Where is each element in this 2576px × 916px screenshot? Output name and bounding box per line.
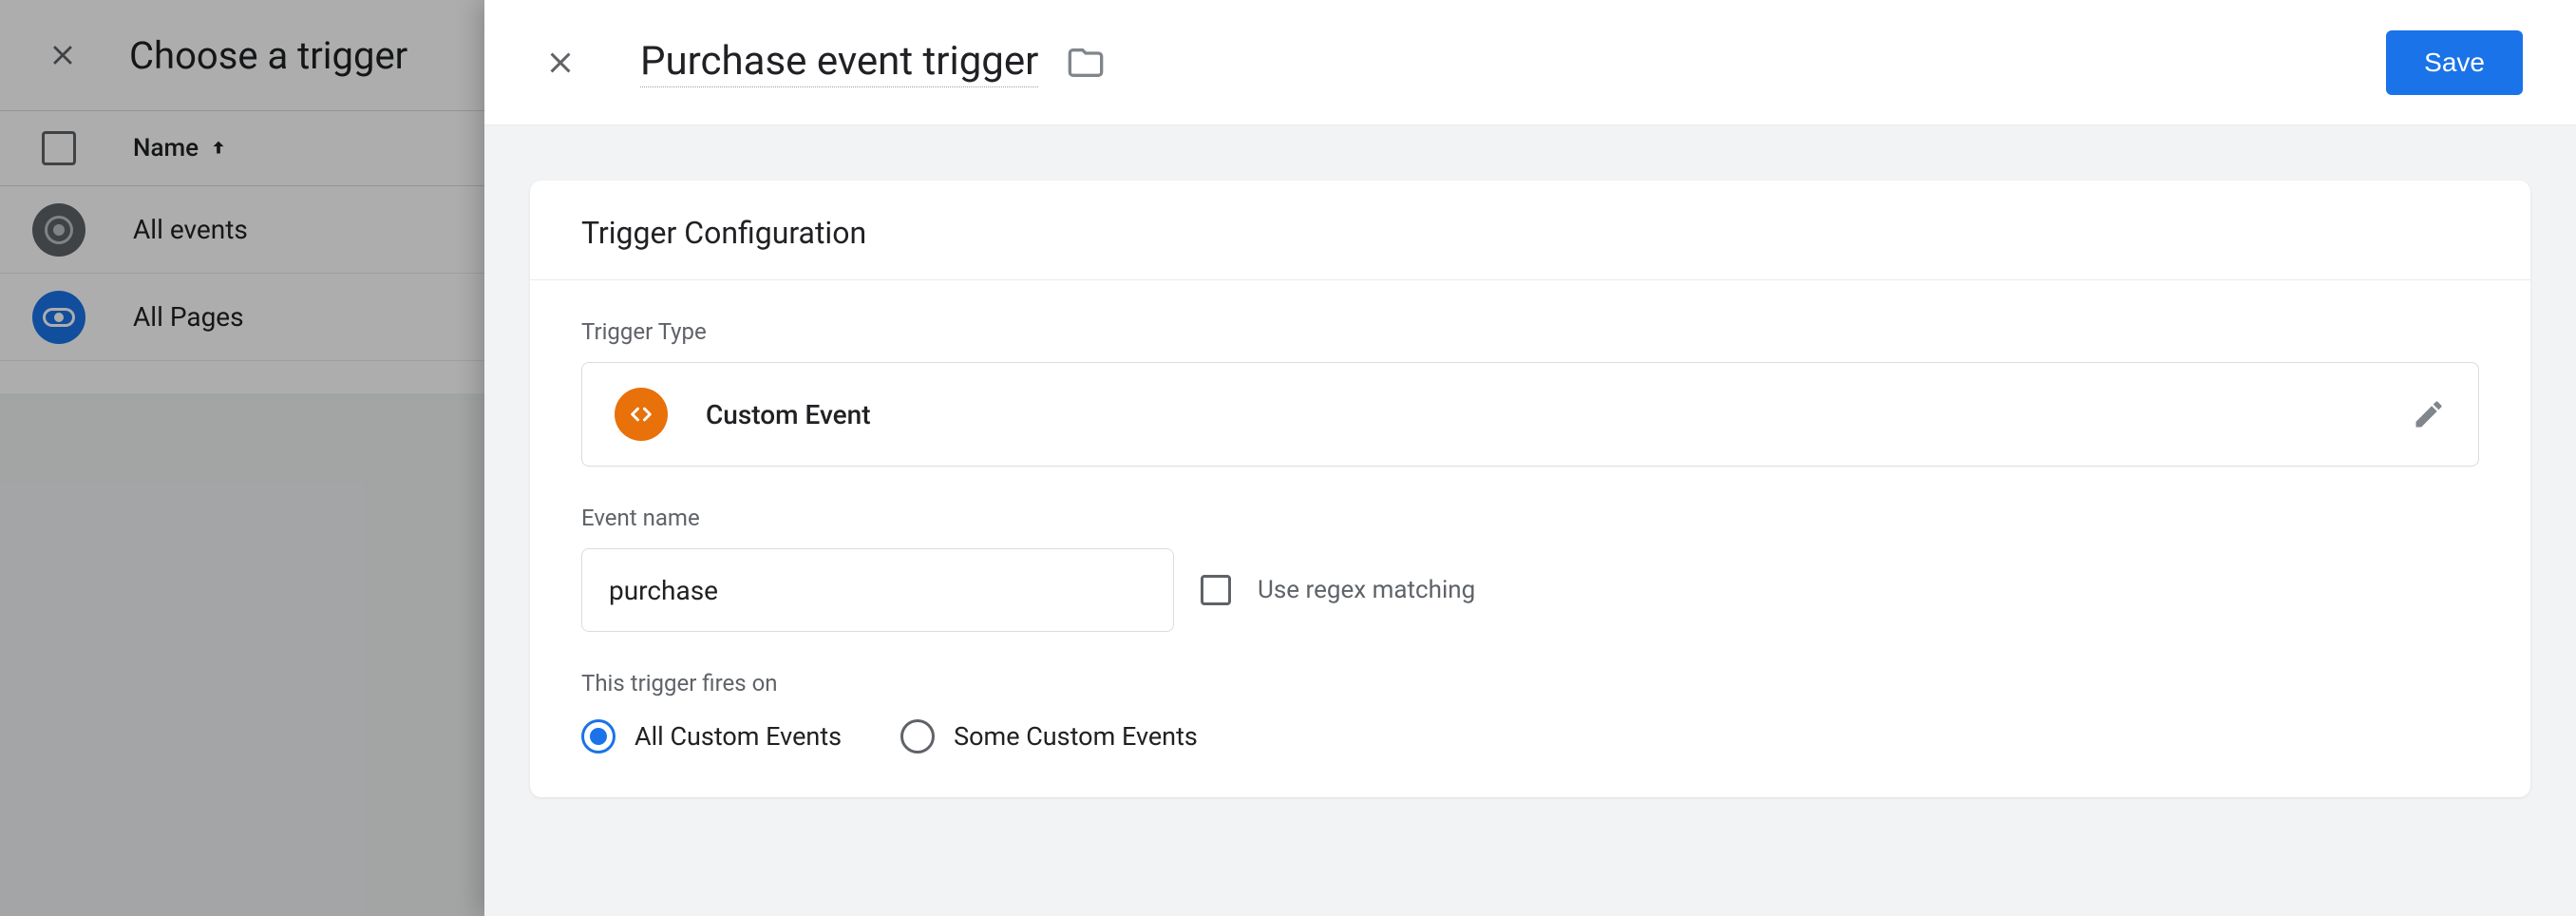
event-name-section: Event name Use regex matching (530, 467, 2530, 632)
trigger-configuration-card: Trigger Configuration Trigger Type Custo… (530, 181, 2530, 797)
radio-label: All Custom Events (635, 721, 842, 752)
trigger-row-label: All events (133, 214, 248, 245)
close-icon[interactable] (538, 40, 583, 86)
trigger-name-input[interactable]: Purchase event trigger (640, 38, 1038, 87)
editor-header: Purchase event trigger Save (484, 0, 2576, 125)
trigger-editor-panel: Purchase event trigger Save Trigger Conf… (484, 0, 2576, 916)
sort-ascending-icon (208, 138, 229, 159)
trigger-type-selector[interactable]: Custom Event (581, 362, 2479, 467)
radio-some-custom-events[interactable]: Some Custom Events (900, 719, 1198, 754)
folder-icon[interactable] (1067, 44, 1105, 82)
page-view-icon (32, 291, 85, 344)
card-title: Trigger Configuration (530, 181, 2530, 279)
event-name-label: Event name (581, 505, 2479, 531)
custom-event-icon (615, 388, 668, 441)
pencil-icon[interactable] (2412, 397, 2446, 431)
trigger-type-value: Custom Event (706, 399, 2374, 430)
radio-icon (900, 719, 935, 754)
regex-checkbox-label: Use regex matching (1258, 576, 1475, 604)
chooser-title: Choose a trigger (129, 33, 407, 78)
event-name-input[interactable] (581, 548, 1174, 632)
name-column-label: Name (133, 134, 199, 162)
trigger-row-label: All Pages (133, 301, 244, 333)
all-events-icon (32, 203, 85, 257)
editor-body: Trigger Configuration Trigger Type Custo… (484, 125, 2576, 916)
trigger-type-section: Trigger Type Custom Event (530, 280, 2530, 467)
regex-checkbox[interactable] (1201, 575, 1231, 605)
trigger-type-label: Trigger Type (581, 318, 2479, 345)
fires-on-section: This trigger fires on All Custom Events … (530, 632, 2530, 754)
select-all-checkbox[interactable] (42, 131, 76, 165)
save-button[interactable]: Save (2386, 30, 2523, 95)
radio-label: Some Custom Events (954, 721, 1198, 752)
name-column-header[interactable]: Name (133, 134, 229, 162)
radio-all-custom-events[interactable]: All Custom Events (581, 719, 842, 754)
radio-icon (581, 719, 616, 754)
close-icon[interactable] (42, 34, 84, 76)
fires-on-label: This trigger fires on (581, 670, 2479, 697)
